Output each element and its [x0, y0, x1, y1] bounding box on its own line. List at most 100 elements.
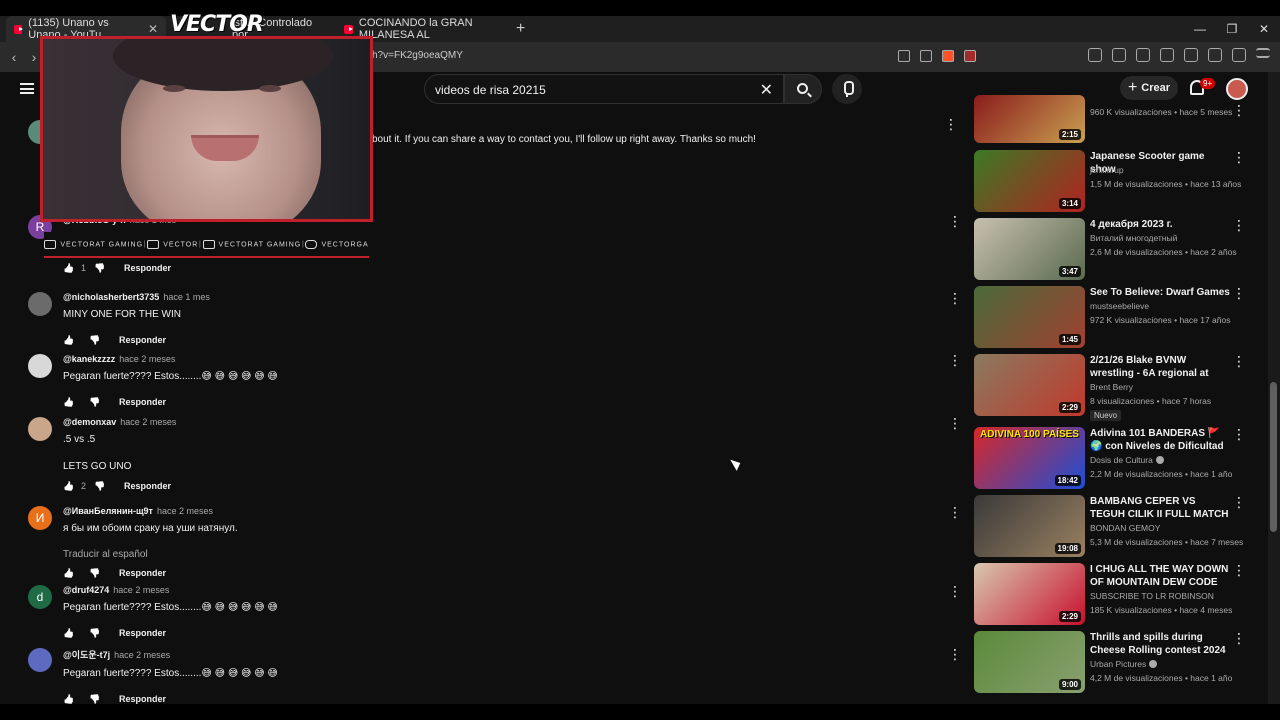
avatar[interactable] — [28, 648, 52, 672]
close-window-icon[interactable]: ✕ — [1248, 22, 1280, 36]
video-title[interactable]: 4 декабря 2023 г. — [1090, 218, 1230, 231]
menu-icon[interactable] — [1256, 48, 1270, 58]
channel-name[interactable]: Виталий многодетный — [1090, 233, 1177, 243]
comment-author[interactable]: @kanekzzzz — [63, 354, 115, 364]
hamburger-menu-icon[interactable] — [20, 83, 34, 94]
share-icon[interactable] — [920, 50, 932, 62]
reply-button[interactable]: Responder — [124, 263, 171, 273]
video-thumbnail[interactable]: 3:14 — [974, 150, 1085, 212]
screenshot-icon[interactable] — [1112, 48, 1126, 62]
related-video-item[interactable]: 2:15 960 K visualizaciones • hace 5 meses… — [974, 95, 1264, 143]
video-title[interactable]: Adivina 101 BANDERAS 🚩🌍 con Niveles de D… — [1090, 427, 1230, 453]
channel-name[interactable]: BONDAN GEMOY — [1090, 523, 1160, 533]
like-icon[interactable] — [63, 628, 73, 638]
maximize-icon[interactable]: ❐ — [1216, 22, 1248, 36]
dislike-icon[interactable] — [94, 263, 104, 273]
comment-time[interactable]: hace 2 meses — [113, 585, 169, 595]
comment-author[interactable]: @druf4274 — [63, 585, 109, 595]
clear-search-icon[interactable]: ✕ — [760, 80, 773, 100]
channel-name[interactable]: jchillerup — [1090, 165, 1124, 175]
comment-author[interactable]: @nicholasherbert3735 — [63, 292, 159, 302]
reply-button[interactable]: Responder — [119, 628, 166, 638]
video-options-icon[interactable]: ⋮ — [1232, 286, 1246, 300]
comment-options-icon[interactable]: ⋮ — [948, 584, 962, 598]
like-icon[interactable] — [63, 694, 73, 704]
reply-button[interactable]: Responder — [119, 335, 166, 345]
dislike-icon[interactable] — [89, 335, 99, 345]
avatar[interactable] — [28, 417, 52, 441]
address-field[interactable]: h?v=FK2g9oeaQMY — [372, 50, 463, 61]
comment-time[interactable]: hace 2 meses — [157, 506, 213, 516]
related-video-item[interactable]: 2:29 I CHUG ALL THE WAY DOWN OF MOUNTAIN … — [974, 563, 1264, 625]
channel-name[interactable]: Urban Pictures — [1090, 659, 1158, 669]
dislike-icon[interactable] — [89, 568, 99, 578]
comment-options-icon[interactable]: ⋮ — [948, 505, 962, 519]
comment-options-icon[interactable]: ⋮ — [948, 291, 962, 305]
video-thumbnail[interactable]: 3:47 — [974, 218, 1085, 280]
video-options-icon[interactable]: ⋮ — [1232, 631, 1246, 645]
comment-time[interactable]: hace 2 meses — [119, 354, 175, 364]
video-thumbnail[interactable]: ADIVINA 100 PAÍSES 18:42 — [974, 427, 1085, 489]
related-video-item[interactable]: 2:29 2/21/26 Blake BVNW wrestling - 6A re… — [974, 354, 1264, 421]
reply-button[interactable]: Responder — [119, 397, 166, 407]
reply-button[interactable]: Responder — [119, 694, 166, 704]
like-icon[interactable] — [63, 481, 73, 491]
like-icon[interactable] — [63, 335, 73, 345]
sidebar-icon[interactable] — [1160, 48, 1174, 62]
video-options-icon[interactable]: ⋮ — [1232, 218, 1246, 232]
video-title[interactable]: See To Believe: Dwarf Games — [1090, 286, 1230, 299]
comment-time[interactable]: hace 2 meses — [114, 650, 170, 660]
video-options-icon[interactable]: ⋮ — [1232, 150, 1246, 164]
dislike-icon[interactable] — [89, 628, 99, 638]
search-input[interactable]: videos de risa 20215 — [435, 83, 546, 97]
video-options-icon[interactable]: ⋮ — [1232, 427, 1246, 441]
scrollbar-thumb[interactable] — [1270, 382, 1277, 532]
search-box[interactable]: videos de risa 20215 ✕ — [424, 74, 784, 104]
brave-shield-icon[interactable] — [942, 50, 954, 62]
leo-icon[interactable] — [1208, 48, 1222, 62]
dislike-icon[interactable] — [89, 694, 99, 704]
channel-name[interactable]: Brent Berry — [1090, 382, 1133, 392]
dislike-icon[interactable] — [94, 481, 104, 491]
video-title[interactable]: I CHUG ALL THE WAY DOWN OF MOUNTAIN DEW … — [1090, 563, 1230, 589]
music-icon[interactable] — [1136, 48, 1150, 62]
like-icon[interactable] — [63, 568, 73, 578]
page-scrollbar[interactable] — [1268, 72, 1280, 704]
brave-rewards-icon[interactable] — [964, 50, 976, 62]
related-video-item[interactable]: 3:47 4 декабря 2023 г. Виталий многодетный… — [974, 218, 1264, 280]
comment-options-icon[interactable]: ⋮ — [944, 117, 958, 131]
voice-search-button[interactable] — [832, 74, 862, 104]
related-video-item[interactable]: 19:08 BAMBANG CEPER VS TEGUH CILIK II FUL… — [974, 495, 1264, 557]
channel-name[interactable]: SUBSCRIBE TO LR ROBINSON — [1090, 591, 1214, 601]
video-options-icon[interactable]: ⋮ — [1232, 495, 1246, 509]
avatar[interactable]: d — [28, 585, 52, 609]
comment-time[interactable]: hace 1 mes — [163, 292, 210, 302]
comment-options-icon[interactable]: ⋮ — [948, 647, 962, 661]
related-video-item[interactable]: 1:45 See To Believe: Dwarf Games mustseebe… — [974, 286, 1264, 348]
channel-name[interactable]: mustseebelieve — [1090, 301, 1149, 311]
video-thumbnail[interactable]: 9:00 — [974, 631, 1085, 693]
like-icon[interactable] — [63, 397, 73, 407]
video-options-icon[interactable]: ⋮ — [1232, 563, 1246, 577]
wallet-icon[interactable] — [1184, 48, 1198, 62]
related-video-item[interactable]: ADIVINA 100 PAÍSES 18:42 Adivina 101 BANDE… — [974, 427, 1264, 489]
comment-options-icon[interactable]: ⋮ — [948, 353, 962, 367]
related-video-item[interactable]: 9:00 Thrills and spills during Cheese Rol… — [974, 631, 1264, 693]
video-thumbnail[interactable]: 2:15 — [974, 95, 1085, 143]
avatar[interactable] — [28, 354, 52, 378]
video-title[interactable]: BAMBANG CEPER VS TEGUH CILIK II FULL MAT… — [1090, 495, 1230, 521]
back-icon[interactable]: ‹ — [4, 49, 24, 65]
reply-button[interactable]: Responder — [124, 481, 171, 491]
video-options-icon[interactable]: ⋮ — [1232, 103, 1246, 117]
comment-author[interactable]: @이도운-t7j — [63, 650, 110, 660]
search-button[interactable] — [784, 74, 822, 104]
reply-button[interactable]: Responder — [119, 568, 166, 578]
video-options-icon[interactable]: ⋮ — [1232, 354, 1246, 368]
comment-time[interactable]: hace 2 meses — [120, 417, 176, 427]
vpn-icon[interactable] — [1232, 48, 1246, 62]
comment-author[interactable]: @demonxav — [63, 417, 116, 427]
comment-author[interactable]: @ИванБелянин-щ9т — [63, 506, 153, 516]
video-title[interactable]: 2/21/26 Blake BVNW wrestling - 6A region… — [1090, 354, 1230, 380]
extensions-icon[interactable] — [1088, 48, 1102, 62]
translate-link[interactable]: Traducir al español — [63, 549, 923, 560]
